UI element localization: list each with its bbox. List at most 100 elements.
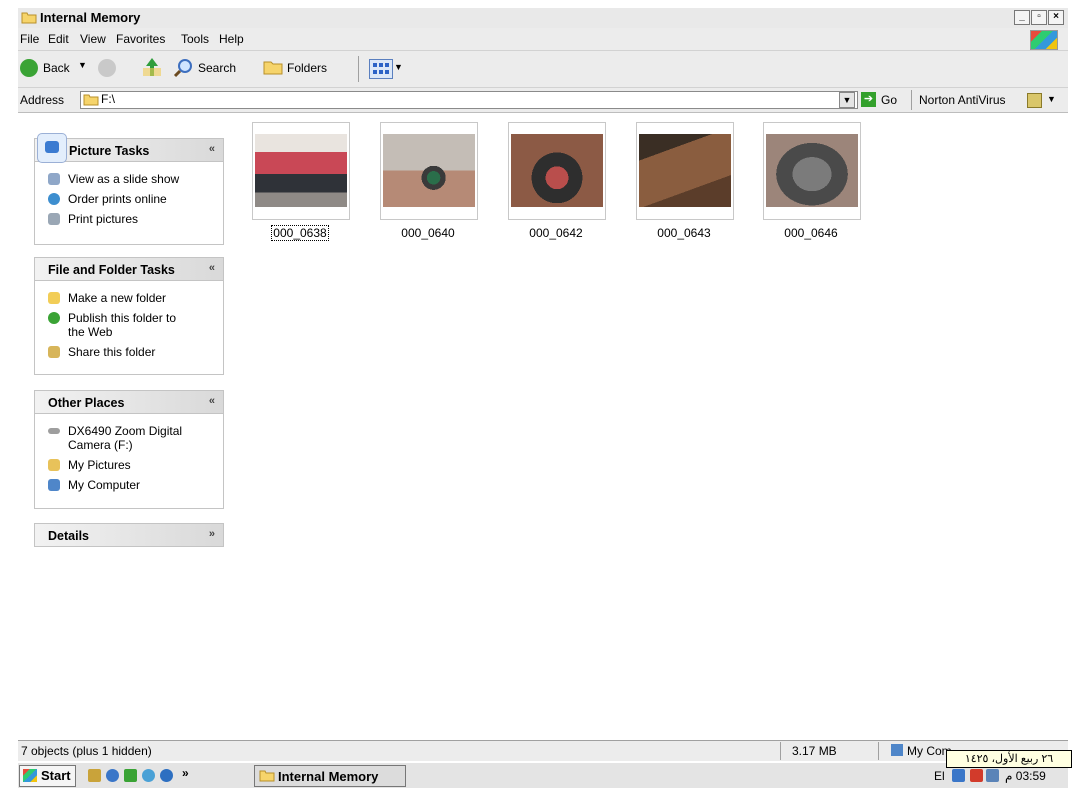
antivirus-tray-icon[interactable] xyxy=(970,769,983,782)
toolbar-divider xyxy=(358,56,359,82)
back-arrow-icon xyxy=(20,59,38,77)
publish-folder-link[interactable]: Publish this folder to the Web xyxy=(35,311,223,339)
back-label: Back xyxy=(43,61,70,75)
menu-view[interactable]: View xyxy=(80,32,106,46)
collapse-icon[interactable]: « xyxy=(209,395,215,407)
file-folder-tasks-header[interactable]: File and Folder Tasks « xyxy=(35,258,223,281)
address-dropdown-button[interactable]: ▼ xyxy=(839,92,855,108)
taskbar-window-label: Internal Memory xyxy=(278,769,379,784)
go-label: Go xyxy=(881,93,898,107)
printer-icon xyxy=(48,213,60,225)
toolbar: Back ▼ Search Folders ▼ xyxy=(18,51,1068,88)
my-computer-icon xyxy=(891,744,903,756)
collapse-icon[interactable]: « xyxy=(209,143,215,155)
folders-label: Folders xyxy=(287,61,328,75)
norton-icon[interactable] xyxy=(1027,93,1042,108)
share-folder-link[interactable]: Share this folder xyxy=(35,345,223,359)
make-new-folder-label: Make a new folder xyxy=(68,291,167,305)
collapse-icon[interactable]: « xyxy=(209,262,215,274)
make-new-folder-link[interactable]: Make a new folder xyxy=(35,291,223,305)
thumbnail-000-0643[interactable] xyxy=(636,122,734,220)
order-prints-icon xyxy=(48,193,60,205)
start-label: Start xyxy=(41,768,71,783)
thumbnail-000-0638[interactable] xyxy=(252,122,350,220)
menu-tools[interactable]: Tools xyxy=(181,32,209,46)
menu-favorites[interactable]: Favorites xyxy=(116,32,165,46)
menu-file[interactable]: File xyxy=(20,32,39,46)
quicklaunch-chevron[interactable]: » xyxy=(182,766,189,780)
taskbar-window-button[interactable]: Internal Memory xyxy=(254,765,406,787)
windows-logo-icon xyxy=(1030,30,1058,50)
other-places-header[interactable]: Other Places « xyxy=(35,391,223,414)
views-button[interactable] xyxy=(369,59,393,79)
my-pictures-icon xyxy=(48,459,60,471)
internet-explorer-icon[interactable] xyxy=(106,769,119,782)
expand-icon[interactable]: » xyxy=(209,528,215,540)
picture-tasks-panel: Picture Tasks « View as a slide show Ord… xyxy=(34,133,224,245)
views-dropdown-icon[interactable]: ▼ xyxy=(394,62,403,72)
file-label-000-0643[interactable]: 000_0643 xyxy=(636,226,732,240)
address-divider xyxy=(911,90,912,110)
my-computer-icon xyxy=(48,479,60,491)
search-label: Search xyxy=(198,61,237,75)
file-label-000-0638[interactable]: 000_0638 xyxy=(252,225,348,241)
close-button[interactable]: × xyxy=(1048,10,1064,25)
picture-tasks-icon xyxy=(37,133,67,163)
norton-antivirus-label[interactable]: Norton AntiVirus xyxy=(919,93,1006,107)
details-header[interactable]: Details » xyxy=(35,524,223,546)
photo-000-0643 xyxy=(639,134,731,207)
address-label: Address xyxy=(20,93,65,107)
object-count: 7 objects (plus 1 hidden) xyxy=(21,744,152,758)
up-folder-icon[interactable] xyxy=(142,56,162,78)
tray-icon[interactable] xyxy=(986,769,999,782)
print-pictures-label: Print pictures xyxy=(68,212,139,226)
menu-edit[interactable]: Edit xyxy=(48,32,69,46)
update-icon[interactable] xyxy=(160,769,173,782)
camera-drive-link[interactable]: DX6490 Zoom Digital Camera (F:) xyxy=(35,424,223,452)
my-pictures-label: My Pictures xyxy=(68,458,131,472)
view-slideshow-link[interactable]: View as a slide show xyxy=(35,172,223,186)
file-label-000-0640[interactable]: 000_0640 xyxy=(380,226,476,240)
my-pictures-link[interactable]: My Pictures xyxy=(35,458,223,472)
zone-label: My Com xyxy=(907,744,952,758)
details-panel: Details » xyxy=(34,523,224,547)
taskbar: Start » Internal Memory El 03:59 م xyxy=(18,762,1068,788)
my-computer-link[interactable]: My Computer xyxy=(35,478,223,492)
folder-icon xyxy=(259,770,275,782)
address-input[interactable]: F:\ xyxy=(80,91,858,109)
thumbnail-000-0640[interactable] xyxy=(380,122,478,220)
forward-button[interactable] xyxy=(98,59,116,77)
media-player-icon[interactable] xyxy=(124,769,137,782)
share-folder-label: Share this folder xyxy=(68,345,156,359)
address-bar: Address F:\ ▼ ➔ Go Norton AntiVirus ▼ xyxy=(18,88,1068,113)
clock[interactable]: 03:59 م xyxy=(1005,769,1046,783)
slideshow-icon xyxy=(48,173,60,185)
print-pictures-link[interactable]: Print pictures xyxy=(35,212,223,226)
file-label-000-0646[interactable]: 000_0646 xyxy=(763,226,859,240)
title-bar[interactable]: Internal Memory _ ▫ × xyxy=(18,8,1068,29)
windows-logo-icon xyxy=(23,769,37,782)
other-places-title: Other Places xyxy=(48,396,125,410)
network-tray-icon[interactable] xyxy=(952,769,965,782)
file-folder-tasks-panel: File and Folder Tasks « Make a new folde… xyxy=(34,257,224,375)
thumbnail-000-0646[interactable] xyxy=(763,122,861,220)
menu-help[interactable]: Help xyxy=(219,32,244,46)
folders-icon xyxy=(263,61,283,75)
messenger-icon[interactable] xyxy=(142,769,155,782)
details-title: Details xyxy=(48,529,89,543)
order-prints-link[interactable]: Order prints online xyxy=(35,192,223,206)
search-icon xyxy=(173,59,192,78)
thumbnail-000-0642[interactable] xyxy=(508,122,606,220)
drive-icon xyxy=(48,428,60,434)
norton-dropdown-icon[interactable]: ▼ xyxy=(1047,94,1056,104)
start-button[interactable]: Start xyxy=(19,765,76,787)
minimize-button[interactable]: _ xyxy=(1014,10,1030,25)
publish-folder-label: Publish this folder to xyxy=(68,311,177,325)
quicklaunch-icon[interactable] xyxy=(88,769,101,782)
status-bar: 7 objects (plus 1 hidden) 3.17 MB My Com xyxy=(18,740,1068,761)
maximize-button[interactable]: ▫ xyxy=(1031,10,1047,25)
file-label-000-0642[interactable]: 000_0642 xyxy=(508,226,604,240)
camera-drive-label: DX6490 Zoom Digital xyxy=(68,424,183,438)
language-indicator[interactable]: El xyxy=(934,769,945,783)
photo-000-0640 xyxy=(383,134,475,207)
